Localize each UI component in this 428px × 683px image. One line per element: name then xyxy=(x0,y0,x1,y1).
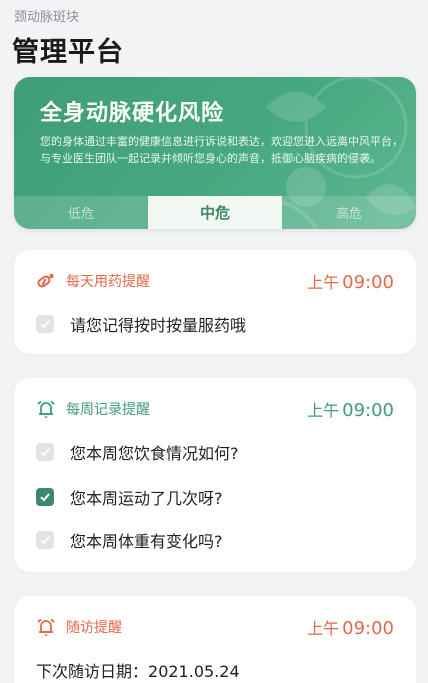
risk-title: 全身动脉硬化风险 xyxy=(40,101,225,126)
alarm-clock-icon xyxy=(37,400,55,418)
checkmark-icon xyxy=(40,448,50,457)
weekly-reminder-header: 每周记录提醒 上午 09:00 xyxy=(36,396,394,422)
weekly-checkbox-weight[interactable] xyxy=(36,531,54,549)
page-title: 管理平台 xyxy=(12,37,124,68)
checkmark-icon xyxy=(40,320,50,329)
medication-reminder-header: 每天用药提醒 上午 09:00 xyxy=(36,268,394,294)
medication-task-row[interactable]: 请您记得按时按量服药哦 xyxy=(36,310,394,338)
checkmark-icon xyxy=(40,536,50,545)
medication-task-text: 请您记得按时按量服药哦 xyxy=(70,316,247,335)
weekly-checkbox-exercise[interactable] xyxy=(36,488,54,506)
followup-reminder-title: 随访提醒 xyxy=(66,620,122,636)
checkmark-icon xyxy=(40,493,50,502)
followup-reminder-time: 上午 09:00 xyxy=(307,615,394,639)
pill-icon xyxy=(37,273,54,288)
next-followup-label: 下次随访日期： xyxy=(36,662,149,681)
weekly-task-text: 您本周您饮食情况如何? xyxy=(70,444,239,463)
time-period: 上午 xyxy=(307,273,340,292)
weekly-task-row[interactable]: 您本周运动了几次呀? xyxy=(36,483,394,511)
time-value: 09:00 xyxy=(342,618,394,639)
weekly-task-row[interactable]: 您本周体重有变化吗? xyxy=(36,526,394,554)
weekly-task-row[interactable]: 您本周您饮食情况如何? xyxy=(36,438,394,466)
next-followup-value: 2021.05.24 xyxy=(148,662,240,681)
time-period: 上午 xyxy=(307,619,340,638)
risk-level-medium[interactable]: 中危 xyxy=(148,196,282,229)
followup-reminder-card[interactable]: 随访提醒 上午 09:00 下次随访日期：2021.05.24 xyxy=(14,596,416,683)
weekly-task-text: 您本周运动了几次呀? xyxy=(70,489,223,508)
time-value: 09:00 xyxy=(342,400,394,421)
medication-checkbox[interactable] xyxy=(36,315,54,333)
risk-level-low[interactable]: 低危 xyxy=(14,196,148,229)
alarm-clock-icon xyxy=(37,618,55,636)
followup-reminder-header: 随访提醒 上午 09:00 xyxy=(36,614,394,640)
weekly-task-text: 您本周体重有变化吗? xyxy=(70,532,223,551)
risk-level-high[interactable]: 高危 xyxy=(282,196,416,229)
risk-card: 全身动脉硬化风险 您的身体通过丰富的健康信息进行诉说和表达，欢迎您进入远离中风平… xyxy=(14,77,416,229)
risk-level-selector: 低危 中危 高危 xyxy=(14,196,416,229)
time-value: 09:00 xyxy=(342,272,394,293)
medication-reminder-title: 每天用药提醒 xyxy=(66,274,150,290)
page-subtitle: 颈动脉斑块 xyxy=(14,10,80,25)
weekly-checkbox-diet[interactable] xyxy=(36,443,54,461)
risk-description: 您的身体通过丰富的健康信息进行诉说和表达，欢迎您进入远离中风平台，与专业医生团队… xyxy=(40,135,403,165)
weekly-reminder-time: 上午 09:00 xyxy=(307,397,394,421)
time-period: 上午 xyxy=(307,401,340,420)
medication-reminder-card[interactable]: 每天用药提醒 上午 09:00 请您记得按时按量服药哦 xyxy=(14,250,416,354)
weekly-reminder-card[interactable]: 每周记录提醒 上午 09:00 您本周您饮食情况如何? 您本周运动了几次呀? 您本… xyxy=(14,378,416,572)
weekly-reminder-title: 每周记录提醒 xyxy=(66,402,150,418)
next-followup-date: 下次随访日期：2021.05.24 xyxy=(36,658,240,682)
medication-reminder-time: 上午 09:00 xyxy=(307,269,394,293)
